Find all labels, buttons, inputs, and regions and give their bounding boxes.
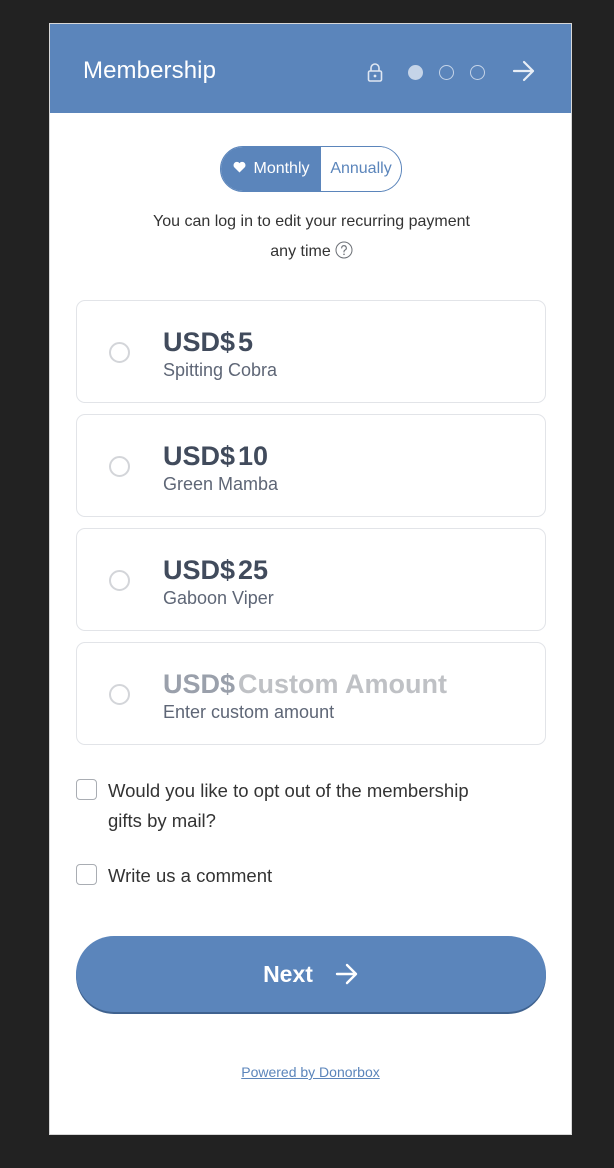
step-indicator-2 bbox=[439, 65, 454, 80]
amount-radio[interactable] bbox=[109, 456, 130, 477]
next-button[interactable]: Next bbox=[76, 936, 546, 1012]
opt-out-gifts-label: Would you like to opt out of the members… bbox=[108, 776, 469, 836]
frequency-monthly-label: Monthly bbox=[253, 160, 310, 177]
amount-price: USD$ 25 bbox=[163, 555, 268, 586]
amount-tier-name: Green Mamba bbox=[163, 474, 279, 494]
info-line-2: any time bbox=[90, 237, 533, 267]
opt-out-label-line-1: Would you like to opt out of the members… bbox=[108, 780, 469, 801]
amount-currency: USD$ bbox=[163, 327, 236, 357]
info-line-2-text: any time bbox=[270, 243, 331, 260]
frequency-toggle: Monthly Annually bbox=[220, 146, 402, 192]
amount-radio[interactable] bbox=[109, 570, 130, 591]
opt-out-label-line-2: gifts by mail? bbox=[108, 810, 216, 831]
amount-radio[interactable] bbox=[109, 342, 130, 363]
amount-tier-name: Gaboon Viper bbox=[163, 588, 274, 608]
amount-value: 5 bbox=[238, 327, 254, 357]
step-indicator-1 bbox=[408, 65, 423, 80]
amount-currency: USD$ bbox=[163, 441, 236, 471]
lock-icon bbox=[367, 63, 383, 82]
frequency-annually-button[interactable]: Annually bbox=[320, 147, 401, 191]
amount-tier-name: Enter custom amount bbox=[163, 702, 335, 722]
frequency-monthly-button[interactable]: Monthly bbox=[221, 147, 320, 191]
amount-value: 10 bbox=[238, 441, 269, 471]
custom-amount-input[interactable]: USD$ Custom Amount bbox=[163, 669, 447, 700]
write-comment-checkbox[interactable] bbox=[76, 864, 97, 885]
powered-by-donorbox-link[interactable]: Powered by Donorbox bbox=[50, 1064, 571, 1080]
custom-amount-placeholder: Custom Amount bbox=[238, 669, 448, 699]
frequency-annually-label: Annually bbox=[330, 160, 392, 177]
amount-radio[interactable] bbox=[109, 684, 130, 705]
step-indicator-3 bbox=[470, 65, 485, 80]
amount-currency: USD$ bbox=[163, 669, 236, 699]
recurring-info-text: You can log in to edit your recurring pa… bbox=[90, 207, 533, 267]
form-title: Membership bbox=[83, 57, 217, 84]
amount-option-5[interactable]: USD$ 5 Spitting Cobra bbox=[76, 300, 546, 403]
write-comment-label: Write us a comment bbox=[108, 865, 273, 886]
amount-value: 25 bbox=[238, 555, 269, 585]
opt-out-gifts-checkbox[interactable] bbox=[76, 779, 97, 800]
arrow-right-icon bbox=[335, 963, 358, 985]
amount-currency: USD$ bbox=[163, 555, 236, 585]
amount-price: USD$ 10 bbox=[163, 441, 268, 472]
donation-form-card: Membership Monthly Annually You can log … bbox=[49, 23, 572, 1135]
amount-option-custom[interactable]: USD$ Custom Amount Enter custom amount bbox=[76, 642, 546, 745]
header-next-arrow-icon[interactable] bbox=[512, 60, 536, 82]
amount-price: USD$ 5 bbox=[163, 327, 253, 358]
help-question-icon[interactable] bbox=[335, 241, 353, 259]
amount-tier-name: Spitting Cobra bbox=[163, 360, 278, 380]
heart-icon bbox=[234, 161, 246, 173]
form-header: Membership bbox=[50, 24, 571, 113]
amount-option-25[interactable]: USD$ 25 Gaboon Viper bbox=[76, 528, 546, 631]
info-line-1: You can log in to edit your recurring pa… bbox=[153, 213, 470, 230]
next-button-label: Next bbox=[263, 960, 313, 987]
amount-option-10[interactable]: USD$ 10 Green Mamba bbox=[76, 414, 546, 517]
